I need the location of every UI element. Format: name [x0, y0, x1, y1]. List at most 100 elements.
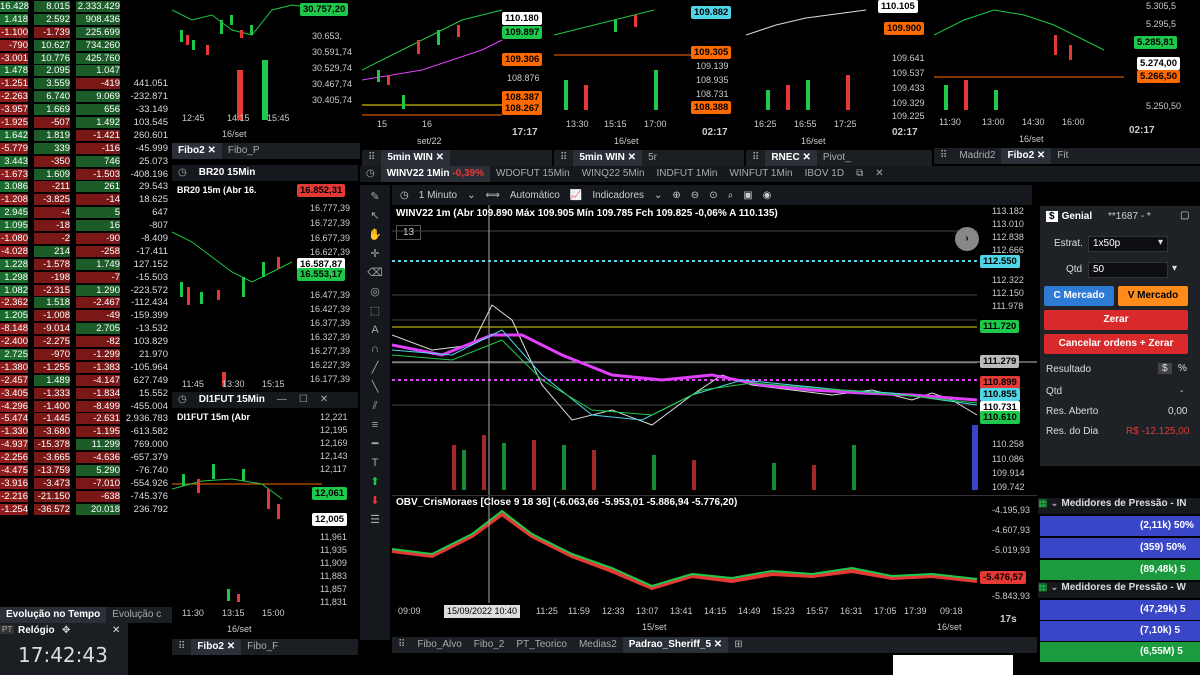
cursor-icon[interactable]: ↖	[366, 209, 384, 223]
tab-madrid2[interactable]: Madrid2	[953, 148, 1001, 164]
tab-evolucao-c[interactable]: Evolução c	[106, 607, 167, 623]
top-chart-2[interactable]: 110.180 109.897 109.306 108.876 108.387 …	[362, 0, 552, 150]
search-icon[interactable]: ⌕	[728, 190, 734, 201]
tab-medias2[interactable]: Medias2	[573, 637, 623, 653]
table-row[interactable]: -790 10.627 734.260	[0, 39, 172, 52]
scale-select[interactable]: Automático	[510, 190, 560, 201]
table-row[interactable]: -1.251 3.559 -419 441.051	[0, 77, 172, 90]
magnet-icon[interactable]: ∩	[366, 342, 384, 356]
timeframe-select[interactable]: 1 Minuto	[419, 190, 457, 201]
tab-fibo-p[interactable]: Fibo_P	[222, 143, 266, 159]
top-chart-5[interactable]: 5.305,5 5.295,5 5.285,81 5.274,00 5.266,…	[934, 0, 1200, 148]
currency-toggle[interactable]: $	[1158, 363, 1172, 374]
table-row[interactable]: 3.443 -350 746 25.073	[0, 155, 172, 168]
eye-icon[interactable]: ◉	[763, 190, 772, 201]
zoom-out-icon[interactable]: ⊖	[691, 190, 699, 201]
table-row[interactable]: -1.100 -1.739 225.699	[0, 26, 172, 39]
obv-indicator[interactable]: OBV_CrisMoraes [Close 9 18 36] (-6.063,6…	[392, 495, 1037, 603]
main-chart[interactable]: WINV22 1m (Abr 109.890 Máx 109.905 Mín 1…	[392, 205, 1037, 495]
table-row[interactable]: 1.642 1.819 -1.421 260.601	[0, 129, 172, 142]
tab-5min-win[interactable]: 5min WIN ✕	[381, 150, 451, 166]
table-row[interactable]: 16.428 8.015 2.333.429	[0, 0, 172, 13]
minimize-icon[interactable]: —	[271, 392, 293, 408]
tab-5min-win-2[interactable]: 5min WIN ✕	[573, 150, 643, 166]
table-row[interactable]: -5.779 339 -116 -45.999	[0, 142, 172, 155]
tab-drag[interactable]: ⠿	[392, 637, 411, 653]
text-tool-icon[interactable]: T	[366, 456, 384, 470]
indicators-button[interactable]: Indicadores	[592, 190, 644, 201]
maximize-icon[interactable]: ☐	[293, 392, 314, 408]
text-icon[interactable]: A	[366, 323, 384, 337]
table-row[interactable]: -3.916 -3.473 -7.010 -554.926	[0, 477, 172, 490]
table-row[interactable]: 1.082 -2.315 1.290 -223.572	[0, 284, 172, 297]
tab-drag[interactable]: ⠿	[362, 150, 381, 166]
table-row[interactable]: 3.086 -211 261 29.543	[0, 180, 172, 193]
table-row[interactable]: 1.418 2.592 908.436	[0, 13, 172, 26]
channel-icon[interactable]: ⫽	[366, 399, 384, 413]
table-row[interactable]: -1.330 -3.680 -1.195 -613.582	[0, 425, 172, 438]
table-row[interactable]: -3.957 1.669 656 -33.149	[0, 103, 172, 116]
close-icon[interactable]: ✕	[112, 625, 120, 636]
tab-fibo2[interactable]: Fibo2 ✕	[172, 143, 222, 159]
table-row[interactable]: -1.380 -1.255 -1.383 -105.964	[0, 361, 172, 374]
target-icon[interactable]: ◎	[366, 285, 384, 299]
tab-fit[interactable]: Fit	[1051, 148, 1074, 164]
tab-ibov[interactable]: IBOV 1D	[799, 166, 850, 182]
ray-icon[interactable]: ╲	[366, 380, 384, 394]
pressure-header-1[interactable]: ▦ ⌄ Medidores de Pressão - IN	[1038, 498, 1200, 514]
table-row[interactable]: 1.228 -1.578 1.749 127.152	[0, 258, 172, 271]
table-row[interactable]: 2.725 -970 -1.299 21.970	[0, 348, 172, 361]
line-icon[interactable]: ╱	[366, 361, 384, 375]
top-chart-1[interactable]: 30.757,20 30.653, 30.591,74 30.529,74 30…	[172, 0, 360, 143]
table-row[interactable]: -3.001 10.776 425.760	[0, 52, 172, 65]
hand-icon[interactable]: ✋	[366, 228, 384, 242]
table-row[interactable]: -1.673 1.609 -1.503 -408.196	[0, 168, 172, 181]
table-row[interactable]: 1.298 -198 -7 -15.503	[0, 271, 172, 284]
tab-evolucao-tempo[interactable]: Evolução no Tempo	[0, 607, 107, 623]
table-row[interactable]: -4.296 -1.400 -8.499 -455.004	[0, 400, 172, 413]
table-row[interactable]: -4.475 -13.759 5.290 -76.740	[0, 464, 172, 477]
table-row[interactable]: -2.263 6.740 9.069 -232.871	[0, 90, 172, 103]
arrow-down-icon[interactable]: ⬇	[366, 494, 384, 508]
table-row[interactable]: -2.400 -2.275 -82 103.829	[0, 335, 172, 348]
crosshair-icon[interactable]: ✛	[366, 247, 384, 261]
list-icon[interactable]: ☰	[366, 513, 384, 527]
table-row[interactable]: -1.254 -36.572 20.018 236.792	[0, 503, 172, 516]
top-chart-4[interactable]: 110.105 109.900 109.641 109.537 109.433 …	[746, 0, 932, 150]
table-row[interactable]: 1.478 2.095 1.047	[0, 64, 172, 77]
table-row[interactable]: -4.028 214 -258 -17.411	[0, 245, 172, 258]
close-icon[interactable]: ✕	[869, 166, 889, 182]
arrow-up-icon[interactable]: ⬆	[366, 475, 384, 489]
tab-rnec[interactable]: RNEC ✕	[765, 150, 817, 166]
tab-drag[interactable]: ⠿	[934, 148, 953, 164]
di1fut-chart[interactable]: DI1FUT 15m (Abr 12,221 12,195 12,169 12,…	[172, 409, 358, 639]
tab-wdofut[interactable]: WDOFUT 15Min	[490, 166, 576, 182]
tab-winv22[interactable]: WINV22 1Min -0,39%	[380, 166, 490, 182]
table-row[interactable]: -1.208 -3.825 -14 18.625	[0, 193, 172, 206]
tab-fibo-2[interactable]: Fibo_2	[468, 637, 511, 653]
cancel-and-zero-button[interactable]: Cancelar ordens + Zerar	[1044, 334, 1188, 354]
table-row[interactable]: -1.925 -507 1.492 103.545	[0, 116, 172, 129]
tab-drag[interactable]: ⠿	[172, 639, 191, 655]
tab-padrao-sheriff[interactable]: Padrao_Sheriff_5 ✕	[622, 637, 729, 653]
table-row[interactable]: -2.216 -21.150 -638 -745.376	[0, 490, 172, 503]
tab-drag[interactable]: ⠿	[554, 150, 573, 166]
table-row[interactable]: -5.474 -1.445 -2.631 2.936.783	[0, 413, 172, 426]
zoom-in-icon[interactable]: ⊕	[672, 190, 680, 201]
pressure-header-2[interactable]: ▦ ⌄ Medidores de Pressão - W	[1038, 582, 1200, 598]
tab-fibo2-di[interactable]: Fibo2 ✕	[191, 639, 242, 655]
br20-chart[interactable]: BR20 15m (Abr 16. 16.852,31 16.777,39 16…	[172, 182, 358, 392]
tab-pivot[interactable]: Pivot_	[817, 150, 857, 166]
table-row[interactable]: -1.080 -2 -90 -8.409	[0, 232, 172, 245]
tab-indfut[interactable]: INDFUT 1Min	[651, 166, 724, 182]
estrategia-select[interactable]: 1x50p	[1088, 236, 1168, 252]
drag-icon[interactable]: ✥	[62, 625, 70, 636]
zoom-fit-icon[interactable]: ⊙	[709, 190, 717, 201]
table-row[interactable]: 1.205 -1.008 -49 -159.399	[0, 309, 172, 322]
camera-icon[interactable]: ▣	[743, 190, 752, 201]
top-chart-3[interactable]: 109.882 109.305 109.139 108.935 108.731 …	[554, 0, 744, 150]
table-row[interactable]: -3.405 -1.333 -1.834 15.552	[0, 387, 172, 400]
tab-fibo-alvo[interactable]: Fibo_Alvo	[411, 637, 467, 653]
sell-market-button[interactable]: V Mercado	[1118, 286, 1188, 306]
tab-winfut[interactable]: WINFUT 1Min	[723, 166, 798, 182]
